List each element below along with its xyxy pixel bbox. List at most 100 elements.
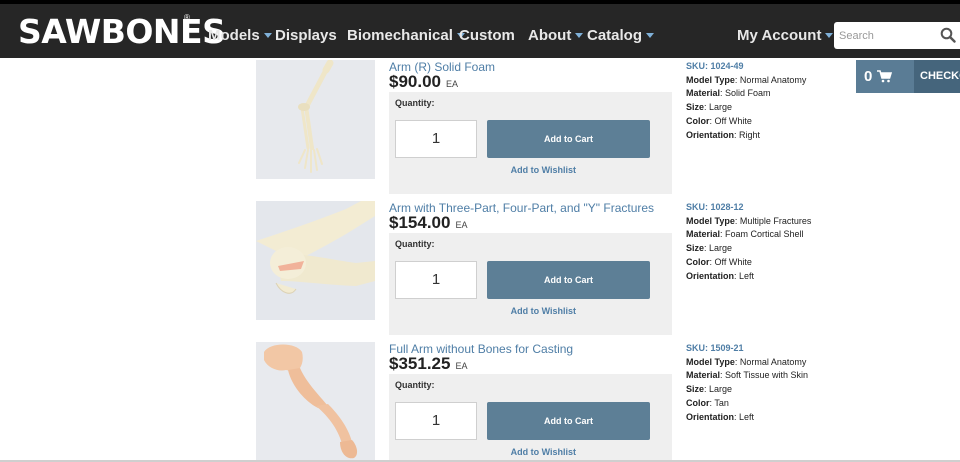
- product-specs: SKU: 1028-12 Model Type: Multiple Fractu…: [686, 201, 811, 283]
- nav-biomechanical-label: Biomechanical: [347, 27, 453, 44]
- chevron-down-icon: [263, 32, 272, 38]
- product-row: Full Arm without Bones for Casting $351.…: [256, 342, 836, 462]
- nav-displays[interactable]: Displays: [275, 26, 337, 46]
- sku-value: 1024-49: [710, 61, 744, 71]
- cart-count: 0: [864, 68, 873, 85]
- spec-value: Off White: [714, 256, 752, 267]
- my-account-label: My Account: [737, 27, 822, 44]
- spec-value: Large: [709, 243, 733, 254]
- sku-prefix: SKU:: [686, 61, 711, 71]
- product-sku: SKU: 1509-21: [686, 342, 808, 356]
- purchase-panel: Quantity: 1 Add to Cart Add to Wishlist: [389, 374, 672, 462]
- quantity-input[interactable]: 1: [395, 402, 477, 440]
- nav-catalog-label: Catalog: [587, 27, 643, 44]
- spec-orientation: Orientation: Right: [686, 129, 761, 140]
- purchase-panel: Quantity: 1 Add to Cart Add to Wishlist: [389, 233, 672, 335]
- sku-prefix: SKU:: [686, 343, 711, 353]
- spec-color: Color: Off White: [686, 115, 752, 126]
- search-icon[interactable]: [940, 27, 956, 43]
- nav-models-label: Models: [208, 27, 260, 44]
- nav-models[interactable]: Models: [208, 26, 272, 46]
- price-value: $154.00: [389, 213, 451, 232]
- spec-label: Material: [686, 370, 721, 381]
- my-account-menu[interactable]: My Account: [737, 26, 834, 46]
- spec-value: Right: [739, 129, 761, 140]
- cart-button[interactable]: 0: [856, 60, 914, 93]
- spec-label: Orientation: [686, 129, 735, 140]
- spec-value: Left: [739, 270, 755, 281]
- nav-custom[interactable]: Custom: [459, 26, 515, 46]
- nav-displays-label: Displays: [275, 27, 337, 44]
- product-sku: SKU: 1024-49: [686, 60, 806, 74]
- quantity-label: Quantity:: [395, 98, 435, 108]
- product-price: $351.25 EA: [389, 355, 467, 375]
- spec-material: Material: Solid Foam: [686, 88, 771, 99]
- spec-label: Color: [686, 115, 710, 126]
- spec-label: Orientation: [686, 270, 735, 281]
- spec-label: Model Type: [686, 356, 735, 367]
- spec-label: Orientation: [686, 411, 735, 422]
- spec-model-type: Model Type: Multiple Fractures: [686, 215, 812, 226]
- spec-value: Multiple Fractures: [739, 215, 812, 226]
- product-image-arm-fractures[interactable]: [256, 201, 375, 320]
- quantity-input[interactable]: 1: [395, 261, 477, 299]
- product-image-arm-solid-foam[interactable]: [256, 60, 375, 179]
- checkout-button[interactable]: CHECKOUT: [914, 60, 960, 93]
- spec-label: Color: [686, 397, 710, 408]
- add-to-cart-button[interactable]: Add to Cart: [487, 402, 650, 440]
- soft-tissue-arm-image: [256, 342, 375, 461]
- purchase-panel: Quantity: 1 Add to Cart Add to Wishlist: [389, 92, 672, 194]
- cart-widget: 0 CHECKOUT: [856, 60, 960, 93]
- spec-color: Color: Off White: [686, 256, 752, 267]
- nav-about[interactable]: About: [528, 26, 584, 46]
- product-specs: SKU: 1509-21 Model Type: Normal Anatomy …: [686, 342, 808, 424]
- nav-custom-label: Custom: [459, 27, 515, 44]
- add-to-wishlist-link[interactable]: Add to Wishlist: [487, 447, 576, 457]
- chevron-down-icon: [575, 32, 584, 38]
- spec-value: Solid Foam: [725, 88, 771, 99]
- spec-orientation: Orientation: Left: [686, 411, 755, 422]
- add-to-cart-button[interactable]: Add to Cart: [487, 120, 650, 158]
- spec-value: Large: [709, 102, 733, 113]
- price-unit: EA: [455, 220, 468, 230]
- nav-biomechanical[interactable]: Biomechanical: [347, 26, 465, 46]
- nav-about-label: About: [528, 27, 572, 44]
- spec-color: Color: Tan: [686, 397, 729, 408]
- add-to-wishlist-link[interactable]: Add to Wishlist: [487, 165, 576, 175]
- top-navigation-bar: SAWBONES ® Models Displays Biomechanical…: [0, 0, 960, 58]
- spec-model-type: Model Type: Normal Anatomy: [686, 356, 807, 367]
- spec-material: Material: Foam Cortical Shell: [686, 229, 804, 240]
- spec-value: Off White: [714, 115, 752, 126]
- quantity-label: Quantity:: [395, 239, 435, 249]
- registered-mark: ®: [184, 13, 190, 22]
- product-image-full-arm-casting[interactable]: [256, 342, 375, 461]
- price-value: $90.00: [389, 72, 441, 91]
- spec-label: Size: [686, 384, 705, 395]
- add-to-cart-button[interactable]: Add to Cart: [487, 261, 650, 299]
- spec-size: Size: Large: [686, 102, 733, 113]
- search-box: [834, 22, 960, 49]
- chevron-down-icon: [825, 32, 834, 38]
- add-to-wishlist-link[interactable]: Add to Wishlist: [487, 306, 576, 316]
- product-sku: SKU: 1028-12: [686, 201, 811, 215]
- sku-value: 1509-21: [710, 343, 744, 353]
- sawbones-logo[interactable]: SAWBONES: [18, 12, 226, 52]
- product-row: Arm (R) Solid Foam $90.00 EA Quantity: 1 …: [256, 60, 836, 201]
- nav-catalog[interactable]: Catalog: [587, 26, 655, 46]
- search-input[interactable]: [834, 22, 929, 49]
- product-specs: SKU: 1024-49 Model Type: Normal Anatomy …: [686, 60, 806, 142]
- shopping-cart-icon: [877, 70, 893, 83]
- product-price: $154.00 EA: [389, 214, 467, 234]
- quantity-input[interactable]: 1: [395, 120, 477, 158]
- spec-label: Model Type: [686, 215, 735, 226]
- spec-label: Color: [686, 256, 710, 267]
- price-unit: EA: [446, 79, 459, 89]
- spec-orientation: Orientation: Left: [686, 270, 755, 281]
- price-value: $351.25: [389, 354, 451, 373]
- spec-value: Left: [739, 411, 755, 422]
- spec-model-type: Model Type: Normal Anatomy: [686, 74, 807, 85]
- chevron-down-icon: [646, 32, 655, 38]
- product-price: $90.00 EA: [389, 73, 458, 93]
- spec-value: Tan: [714, 397, 729, 408]
- product-row: Arm with Three-Part, Four-Part, and "Y" …: [256, 201, 836, 342]
